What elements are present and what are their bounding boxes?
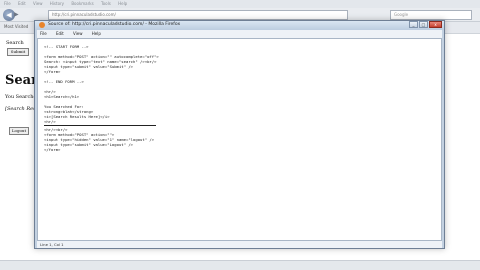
source-titlebar[interactable]: Source of: http://cri.pinnaculadstudio.c… <box>35 21 444 30</box>
logout-button[interactable]: Logout <box>9 127 29 135</box>
address-bar[interactable]: http://cri.pinnaculadstudio.com/ <box>48 10 348 20</box>
source-line: </form> <box>44 147 61 152</box>
source-menu-view[interactable]: View <box>73 31 83 36</box>
source-code-view[interactable]: <!-- START FORM --> <form method="POST" a… <box>37 38 442 241</box>
source-lines-bottom: <hr/><br/> <form method="POST" action="">… <box>44 127 435 152</box>
menu-history[interactable]: History <box>50 1 64 6</box>
menu-tools[interactable]: Tools <box>101 1 111 6</box>
menu-help[interactable]: Help <box>118 1 127 6</box>
search-label: Search <box>6 40 24 46</box>
bookmark-most-visited[interactable]: Most Visited <box>4 24 28 29</box>
window-controls: _ □ x <box>408 21 442 29</box>
maximize-button[interactable]: □ <box>419 21 428 28</box>
source-menu-help[interactable]: Help <box>92 31 101 36</box>
source-menu-edit[interactable]: Edit <box>56 31 64 36</box>
source-menu-file[interactable]: File <box>40 31 47 36</box>
source-separator <box>44 125 156 126</box>
menu-view[interactable]: View <box>33 1 43 6</box>
minimize-button[interactable]: _ <box>409 21 418 28</box>
view-source-window: Source of: http://cri.pinnaculadstudio.c… <box>34 20 445 249</box>
submit-button[interactable]: Submit <box>7 48 29 56</box>
source-status-bar: Line 1, Col 1 <box>37 241 442 248</box>
forward-arrow-icon[interactable]: ▶ <box>14 11 23 19</box>
background-status-bar <box>0 260 480 270</box>
source-line: <hr/> <box>44 119 56 124</box>
menu-edit[interactable]: Edit <box>18 1 26 6</box>
menu-file[interactable]: File <box>4 1 11 6</box>
search-box[interactable]: Google <box>390 10 472 20</box>
source-lines-top: <!-- START FORM --> <form method="POST" a… <box>44 44 435 124</box>
background-menubar: File Edit View History Bookmarks Tools H… <box>0 0 480 8</box>
source-menubar: File Edit View Help <box>37 30 442 38</box>
source-window-title: Source of: http://cri.pinnaculadstudio.c… <box>48 22 181 27</box>
close-button[interactable]: x <box>429 21 442 28</box>
menu-bookmarks[interactable]: Bookmarks <box>71 1 93 6</box>
firefox-icon <box>39 22 45 28</box>
